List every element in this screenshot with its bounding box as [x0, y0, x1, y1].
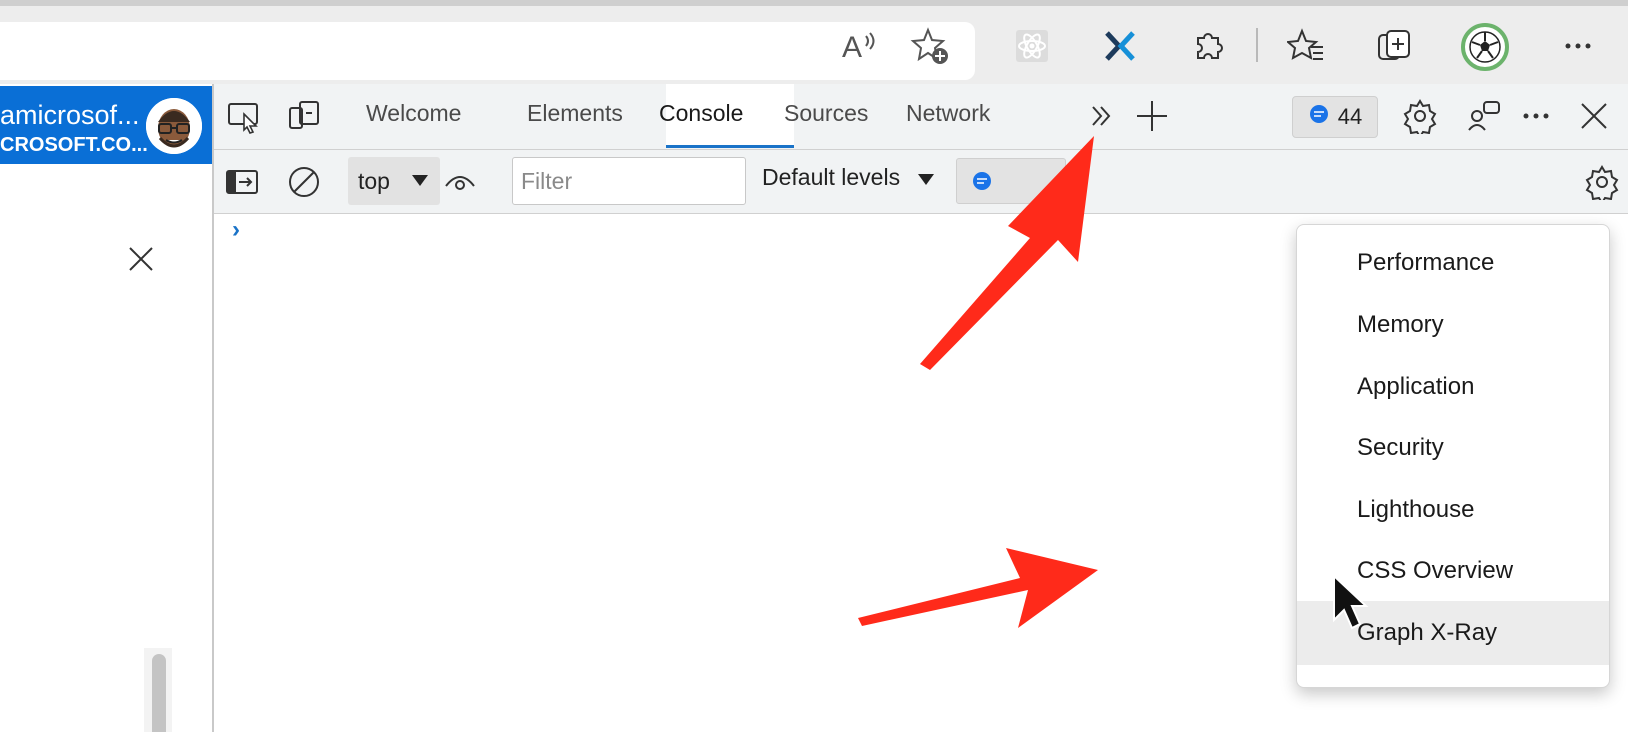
more-tabs-icon[interactable] — [1080, 94, 1124, 138]
account-name: amicrosof... — [0, 100, 140, 130]
issues-counter-button[interactable]: 44 — [1292, 96, 1378, 138]
more-tools-menu: Performance Memory Application Security … — [1296, 224, 1610, 688]
page-sidebar: amicrosof... CROSOFT.CO... — [0, 84, 214, 732]
live-expression-eye-icon[interactable] — [438, 160, 482, 204]
tab-network[interactable]: Network — [906, 100, 990, 127]
filter-input[interactable] — [512, 157, 746, 205]
address-bar[interactable] — [0, 22, 975, 80]
console-settings-icon[interactable] — [1580, 160, 1624, 204]
tab-elements[interactable]: Elements — [527, 100, 623, 127]
collections-icon[interactable] — [1372, 24, 1416, 68]
tab-sources[interactable]: Sources — [784, 100, 868, 127]
active-tab-indicator — [666, 145, 794, 148]
chevron-down-icon — [918, 174, 934, 185]
menu-item-graph-x-ray[interactable]: Graph X-Ray — [1297, 601, 1609, 665]
toolbar-separator — [1256, 28, 1258, 62]
devtools-panel: Welcome Elements Console Sources Network… — [214, 84, 1628, 732]
profile-icon[interactable] — [1460, 22, 1510, 72]
react-devtools-icon[interactable] — [1010, 24, 1054, 68]
scrollbar-thumb[interactable] — [152, 654, 166, 732]
menu-item-css-overview[interactable]: CSS Overview — [1297, 539, 1609, 603]
menu-item-application[interactable]: Application — [1297, 355, 1609, 419]
sidebar-icon[interactable] — [220, 160, 264, 204]
read-aloud-icon[interactable]: A — [836, 24, 880, 68]
tab-welcome[interactable]: Welcome — [366, 100, 461, 127]
inspect-icon[interactable] — [222, 94, 266, 138]
settings-icon[interactable] — [1398, 94, 1442, 138]
menu-item-security[interactable]: Security — [1297, 416, 1609, 480]
context-value: top — [358, 167, 390, 194]
svg-text:A: A — [842, 31, 862, 64]
issues-icon — [1308, 103, 1330, 131]
extensions-icon[interactable] — [1186, 24, 1230, 68]
clear-icon[interactable] — [282, 160, 326, 204]
feedback-icon[interactable] — [1462, 94, 1506, 138]
account-email: CROSOFT.CO... — [0, 134, 148, 156]
console-prompt[interactable]: › — [232, 216, 240, 244]
more-options-icon[interactable] — [1514, 94, 1558, 138]
favorites-icon[interactable] — [1284, 24, 1328, 68]
menu-item-lighthouse[interactable]: Lighthouse — [1297, 478, 1609, 542]
graph-xray-extension-icon[interactable] — [1098, 24, 1142, 68]
close-icon[interactable] — [1572, 94, 1616, 138]
devtools-tabbar: Welcome Elements Console Sources Network… — [214, 84, 1628, 150]
close-icon[interactable] — [126, 244, 156, 274]
new-tab-icon[interactable] — [1130, 94, 1174, 138]
avatar[interactable] — [146, 98, 202, 154]
issues-chip[interactable] — [956, 158, 1066, 204]
log-levels-dropdown[interactable]: Default levels — [762, 164, 900, 191]
issues-icon — [971, 170, 993, 197]
issues-count: 44 — [1337, 104, 1363, 129]
device-emulation-icon[interactable] — [282, 94, 326, 138]
chevron-down-icon — [412, 175, 428, 186]
account-card[interactable]: amicrosof... CROSOFT.CO... — [0, 86, 212, 164]
more-icon[interactable] — [1556, 24, 1600, 68]
tab-console[interactable]: Console — [659, 100, 743, 127]
add-favorite-icon[interactable] — [908, 24, 952, 68]
context-select[interactable]: top — [348, 157, 440, 205]
menu-item-memory[interactable]: Memory — [1297, 293, 1609, 357]
menu-item-performance[interactable]: Performance — [1297, 231, 1609, 295]
console-toolbar: top Default levels — [214, 150, 1628, 214]
